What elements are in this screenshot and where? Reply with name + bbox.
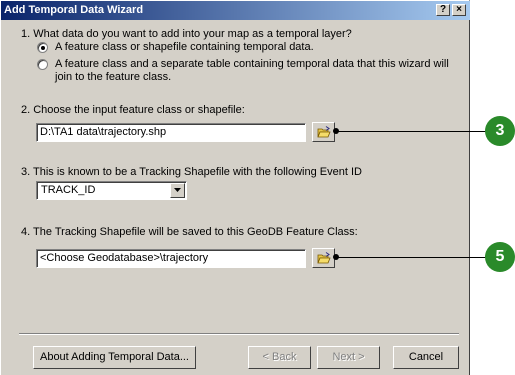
callout-3-line [336, 131, 486, 132]
radio-feature-class-and-table-label[interactable]: A feature class and a separate table con… [55, 58, 449, 70]
callout-5-line [336, 257, 486, 258]
footer-separator [19, 333, 459, 335]
callout-5-badge: 5 [485, 242, 515, 272]
chevron-down-icon [174, 188, 181, 192]
back-button[interactable]: < Back [248, 346, 311, 369]
output-feature-class-field[interactable]: <Choose Geodatabase>\trajectory [36, 249, 306, 268]
close-button[interactable]: × [452, 4, 466, 16]
radio-selected-dot [41, 46, 45, 50]
wizard-dialog: Add Temporal Data Wizard ? × 1. What dat… [0, 0, 470, 375]
open-folder-icon [317, 252, 331, 264]
radio-feature-class-label[interactable]: A feature class or shapefile containing … [55, 41, 314, 53]
browse-input-button[interactable] [312, 122, 335, 142]
help-button[interactable]: ? [436, 4, 450, 16]
browse-output-button[interactable] [312, 248, 335, 268]
question-3-label: 3. This is known to be a Tracking Shapef… [21, 166, 362, 178]
title-bar[interactable]: Add Temporal Data Wizard ? × [1, 1, 470, 20]
question-2-label: 2. Choose the input feature class or sha… [21, 104, 245, 116]
about-adding-temporal-data-button[interactable]: About Adding Temporal Data... [33, 346, 196, 369]
radio-feature-class-and-table-label-cont: join to the feature class. [55, 71, 172, 83]
question-4-label: 4. The Tracking Shapefile will be saved … [21, 226, 358, 238]
input-feature-class-field[interactable]: D:\TA1 data\trajectory.shp [36, 123, 306, 142]
event-id-selected-value: TRACK_ID [41, 184, 96, 196]
dropdown-arrow-button[interactable] [170, 183, 185, 198]
cancel-button[interactable]: Cancel [393, 346, 459, 369]
callout-3-badge: 3 [485, 116, 515, 146]
event-id-dropdown[interactable]: TRACK_ID [36, 181, 187, 200]
window-title: Add Temporal Data Wizard [4, 4, 144, 16]
radio-feature-class[interactable] [37, 42, 48, 53]
radio-feature-class-and-table[interactable] [37, 59, 48, 70]
next-button[interactable]: Next > [317, 346, 380, 369]
open-folder-icon [317, 126, 331, 138]
question-1-label: 1. What data do you want to add into you… [21, 28, 352, 40]
